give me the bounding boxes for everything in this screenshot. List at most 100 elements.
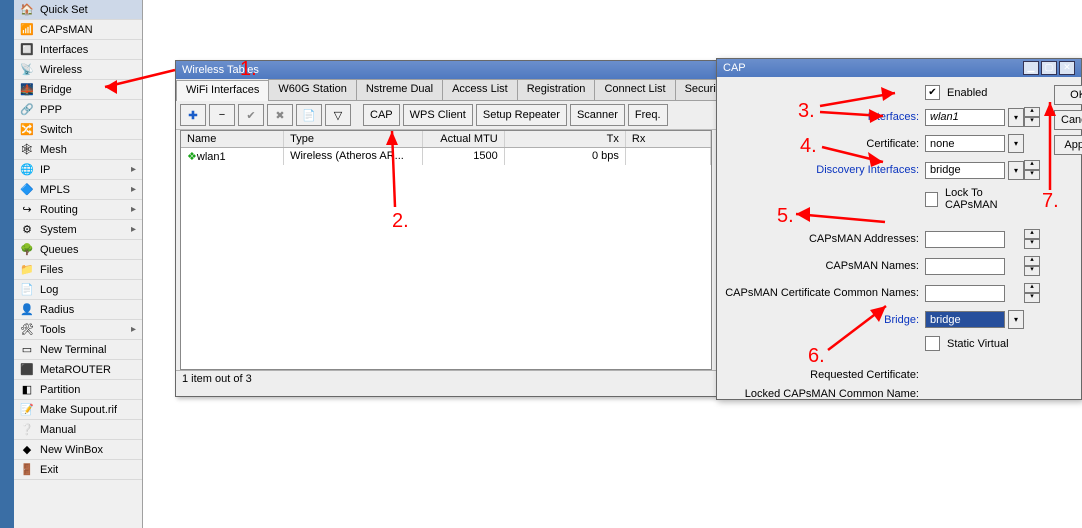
scanner-button[interactable]: Scanner xyxy=(570,104,625,126)
sidebar-icon: ⚙ xyxy=(20,223,34,237)
sidebar-item-ppp[interactable]: 🔗PPP xyxy=(14,100,142,120)
names-down[interactable]: ▾ xyxy=(1024,266,1040,276)
col-name[interactable]: Name xyxy=(181,131,284,147)
sidebar-item-interfaces[interactable]: 🔲Interfaces xyxy=(14,40,142,60)
tab-nstreme-dual[interactable]: Nstreme Dual xyxy=(356,79,443,100)
interfaces-down[interactable]: ▾ xyxy=(1024,117,1040,127)
certnames-up[interactable]: ▴ xyxy=(1024,283,1040,293)
sidebar-item-exit[interactable]: 🚪Exit xyxy=(14,460,142,480)
sidebar-item-tools[interactable]: 🛠Tools▸ xyxy=(14,320,142,340)
discovery-down[interactable]: ▾ xyxy=(1024,170,1040,180)
sidebar-item-make-supout-rif[interactable]: 📝Make Supout.rif xyxy=(14,400,142,420)
addresses-field[interactable] xyxy=(925,231,1005,248)
lock-label: Lock To CAPsMAN xyxy=(945,187,1024,211)
sidebar-item-manual[interactable]: ❔Manual xyxy=(14,420,142,440)
sidebar-item-metarouter[interactable]: ⬛MetaROUTER xyxy=(14,360,142,380)
sidebar-item-wireless[interactable]: 📡Wireless xyxy=(14,60,142,80)
bridge-field[interactable] xyxy=(925,311,1005,328)
interfaces-label[interactable]: Interfaces: xyxy=(725,111,925,123)
sidebar-label: Routing xyxy=(40,204,78,216)
cap-title-bar[interactable]: CAP ▁ ▢ ✕ xyxy=(717,59,1081,77)
interfaces-up[interactable]: ▴ xyxy=(1024,107,1040,117)
cap-dialog: CAP ▁ ▢ ✕ ✔ Enabled Interfaces: ▾ ▴▾ Cer… xyxy=(716,58,1082,400)
sidebar-item-mesh[interactable]: 🕸Mesh xyxy=(14,140,142,160)
bridge-label[interactable]: Bridge: xyxy=(725,314,925,326)
certificate-dropdown[interactable]: ▾ xyxy=(1008,134,1024,153)
minimize-button[interactable]: ▁ xyxy=(1023,61,1039,75)
maximize-button[interactable]: ▢ xyxy=(1041,61,1057,75)
comment-button[interactable]: 📄 xyxy=(296,104,322,126)
discovery-label[interactable]: Discovery Interfaces: xyxy=(725,164,925,176)
sidebar-item-routing[interactable]: ↪Routing▸ xyxy=(14,200,142,220)
tab-connect-list[interactable]: Connect List xyxy=(594,79,675,100)
sidebar-item-capsman[interactable]: 📶CAPsMAN xyxy=(14,20,142,40)
lock-checkbox[interactable] xyxy=(925,192,938,207)
remove-button[interactable]: − xyxy=(209,104,235,126)
sidebar-item-mpls[interactable]: 🔷MPLS▸ xyxy=(14,180,142,200)
discovery-field[interactable] xyxy=(925,162,1005,179)
names-field[interactable] xyxy=(925,258,1005,275)
sidebar-icon: 📝 xyxy=(20,403,34,417)
interfaces-dropdown[interactable]: ▾ xyxy=(1008,108,1024,127)
bridge-dropdown[interactable]: ▾ xyxy=(1008,310,1024,329)
sidebar-item-log[interactable]: 📄Log xyxy=(14,280,142,300)
addresses-down[interactable]: ▾ xyxy=(1024,239,1040,249)
sidebar-item-new-winbox[interactable]: ◆New WinBox xyxy=(14,440,142,460)
close-button[interactable]: ✕ xyxy=(1059,61,1075,75)
certnames-down[interactable]: ▾ xyxy=(1024,293,1040,303)
sidebar-item-radius[interactable]: 👤Radius xyxy=(14,300,142,320)
sidebar-item-new-terminal[interactable]: ▭New Terminal xyxy=(14,340,142,360)
sidebar-label: New Terminal xyxy=(40,344,106,356)
app-root: 🏠Quick Set📶CAPsMAN🔲Interfaces📡Wireless🌉B… xyxy=(0,0,1082,528)
col-mtu[interactable]: Actual MTU xyxy=(423,131,504,147)
certificate-field[interactable] xyxy=(925,135,1005,152)
tab-wifi-interfaces[interactable]: WiFi Interfaces xyxy=(176,80,269,101)
static-label: Static Virtual xyxy=(947,338,1009,350)
freq-button[interactable]: Freq. xyxy=(628,104,668,126)
sidebar-label: Queues xyxy=(40,244,79,256)
col-type[interactable]: Type xyxy=(284,131,423,147)
ok-button[interactable]: OK xyxy=(1054,85,1082,105)
sidebar-item-switch[interactable]: 🔀Switch xyxy=(14,120,142,140)
sidebar-icon: ❔ xyxy=(20,423,34,437)
tab-w60g-station[interactable]: W60G Station xyxy=(268,79,356,100)
cell-name: ❖wlan1 xyxy=(181,148,284,165)
cell-rx xyxy=(626,148,711,165)
add-button[interactable]: ✚ xyxy=(180,104,206,126)
names-up[interactable]: ▴ xyxy=(1024,256,1040,266)
filter-button[interactable]: ▽ xyxy=(325,104,351,126)
addresses-up[interactable]: ▴ xyxy=(1024,229,1040,239)
table-row[interactable]: ❖wlan1 Wireless (Atheros AR... 1500 0 bp… xyxy=(181,148,711,165)
static-checkbox[interactable] xyxy=(925,336,940,351)
cancel-button[interactable]: Cancel xyxy=(1054,110,1082,130)
sidebar-icon: 🚪 xyxy=(20,463,34,477)
sidebar-label: Tools xyxy=(40,324,66,336)
col-rx[interactable]: Rx xyxy=(626,131,711,147)
disable-button[interactable]: ✖ xyxy=(267,104,293,126)
sidebar-item-queues[interactable]: 🌳Queues xyxy=(14,240,142,260)
cap-button[interactable]: CAP xyxy=(363,104,400,126)
window-title[interactable]: Wireless Tables xyxy=(176,61,716,79)
submenu-arrow-icon: ▸ xyxy=(131,204,136,215)
sidebar-item-files[interactable]: 📁Files xyxy=(14,260,142,280)
sidebar-item-system[interactable]: ⚙System▸ xyxy=(14,220,142,240)
sidebar-item-quick-set[interactable]: 🏠Quick Set xyxy=(14,0,142,20)
discovery-up[interactable]: ▴ xyxy=(1024,160,1040,170)
setup-repeater-button[interactable]: Setup Repeater xyxy=(476,104,567,126)
sidebar-item-ip[interactable]: 🌐IP▸ xyxy=(14,160,142,180)
sidebar-item-partition[interactable]: ◧Partition xyxy=(14,380,142,400)
sidebar: 🏠Quick Set📶CAPsMAN🔲Interfaces📡Wireless🌉B… xyxy=(14,0,143,528)
interface-table[interactable]: Name Type Actual MTU Tx Rx ❖wlan1 Wirele… xyxy=(180,130,712,370)
tab-registration[interactable]: Registration xyxy=(517,79,596,100)
discovery-dropdown[interactable]: ▾ xyxy=(1008,161,1024,180)
certnames-field[interactable] xyxy=(925,285,1005,302)
enable-button[interactable]: ✔ xyxy=(238,104,264,126)
apply-button[interactable]: Apply xyxy=(1054,135,1082,155)
sidebar-item-bridge[interactable]: 🌉Bridge xyxy=(14,80,142,100)
col-tx[interactable]: Tx xyxy=(505,131,626,147)
enabled-checkbox[interactable]: ✔ xyxy=(925,85,940,100)
wireless-tables-window: Wireless Tables WiFi InterfacesW60G Stat… xyxy=(175,60,717,397)
tab-access-list[interactable]: Access List xyxy=(442,79,518,100)
wps-client-button[interactable]: WPS Client xyxy=(403,104,473,126)
interfaces-field[interactable] xyxy=(925,109,1005,126)
